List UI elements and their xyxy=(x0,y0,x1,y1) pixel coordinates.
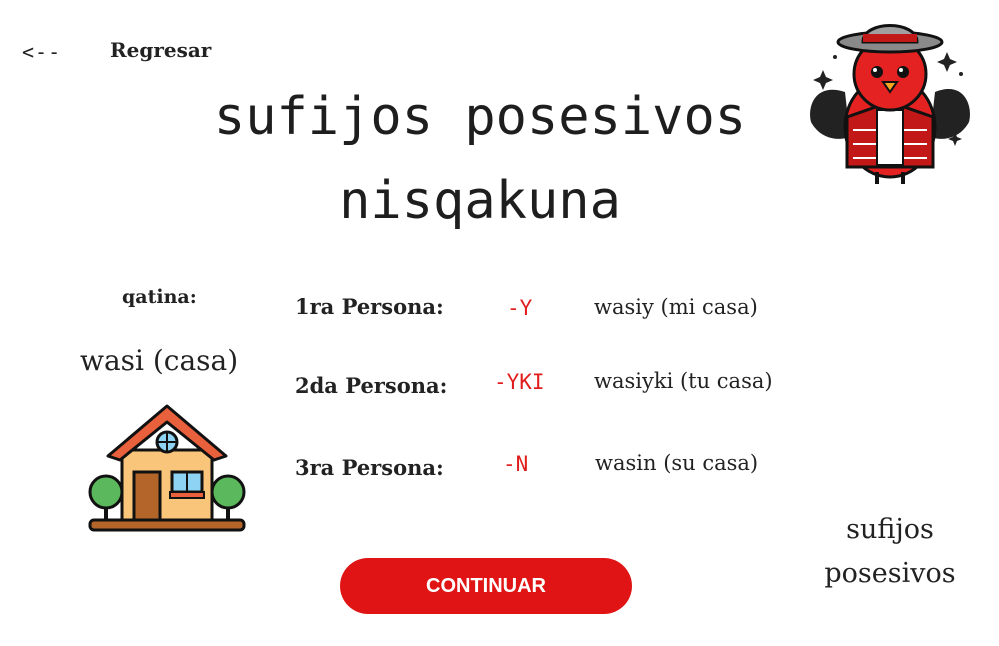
side-label-line1: sufijos xyxy=(846,514,934,545)
example-word: wasi (casa) xyxy=(80,344,239,377)
back-arrow-icon[interactable]: <-- xyxy=(22,40,61,64)
translation-text: wasin (su casa) xyxy=(595,451,759,475)
continue-button[interactable]: CONTINUAR xyxy=(340,558,632,614)
suffix-value: -Y xyxy=(507,296,533,320)
persona-label: 1ra Persona: xyxy=(295,294,444,319)
suffix-value: -N xyxy=(503,452,529,476)
side-label: sufijos posesivos xyxy=(820,508,960,596)
persona-label: 2da Persona: xyxy=(295,373,448,398)
back-button[interactable]: Regresar xyxy=(110,38,211,62)
example-label: qatina: xyxy=(122,286,197,308)
persona-label: 3ra Persona: xyxy=(295,455,444,480)
suffix-value: -YKI xyxy=(494,370,545,394)
side-label-line2: posesivos xyxy=(824,558,956,589)
house-icon xyxy=(86,402,248,534)
translation-text: wasiy (mi casa) xyxy=(594,295,758,319)
page-subtitle: nisqakuna xyxy=(339,171,621,231)
bird-mascot-icon xyxy=(805,12,975,187)
page-title: sufijos posesivos xyxy=(213,87,747,147)
translation-text: wasiyki (tu casa) xyxy=(594,369,773,393)
